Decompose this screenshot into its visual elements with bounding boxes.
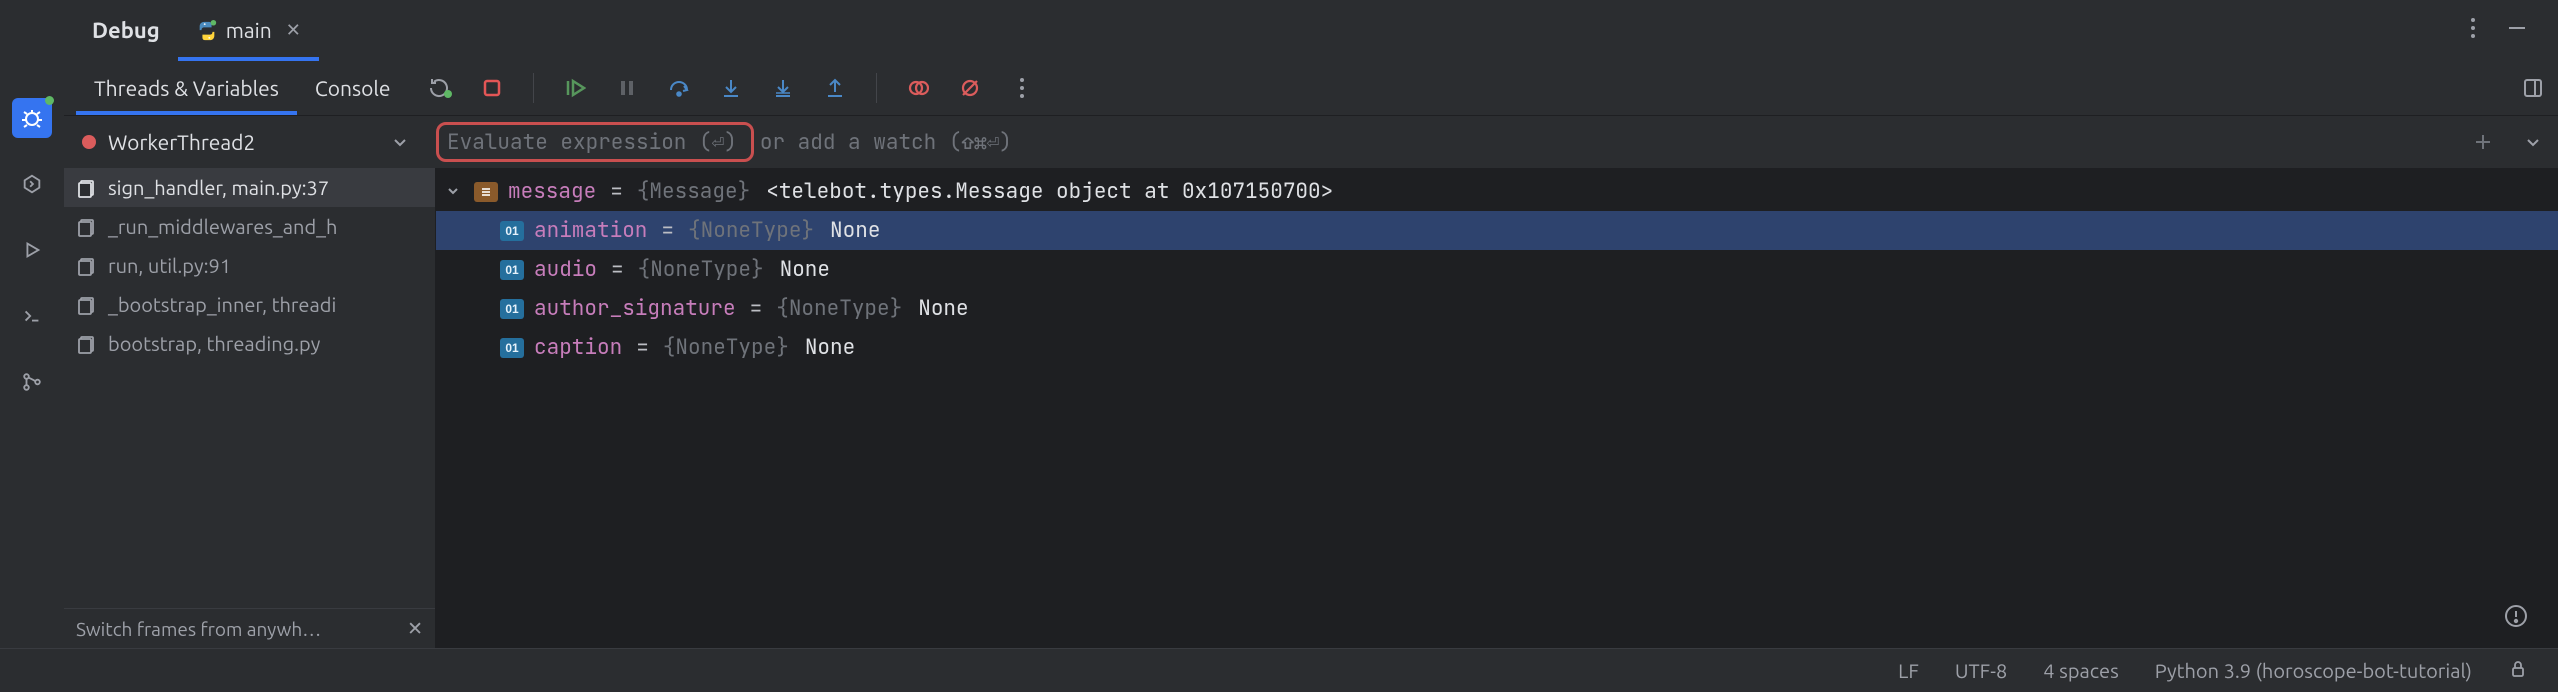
type-tag-icon: 01 [500,260,524,280]
frame-icon [76,333,98,355]
close-tip-icon[interactable]: ✕ [407,617,423,640]
debug-subtabs: Threads & Variables Console [64,60,2558,116]
var-name: animation [534,217,647,244]
frames-panel: sign_handler, main.py:37 _run_middleware… [64,168,436,648]
evaluate-expression-input[interactable]: Evaluate expression (⏎) or add a watch (… [422,116,2458,168]
stop-icon[interactable] [475,71,509,105]
frame-icon [76,294,98,316]
close-icon[interactable]: ✕ [286,20,301,41]
subtab-console[interactable]: Console [297,60,409,115]
frame-row[interactable]: sign_handler, main.py:37 [64,168,435,207]
var-name: message [508,178,596,205]
tab-debug-label: Debug [92,18,160,43]
status-bar: LF UTF-8 4 spaces Python 3.9 (horoscope-… [0,648,2558,692]
var-type: {NoneType} [663,334,789,361]
minimize-icon[interactable] [2506,17,2528,43]
frame-row[interactable]: bootstrap, threading.py [64,324,435,363]
frame-row[interactable]: _run_middlewares_and_h [64,207,435,246]
var-type: {NoneType} [638,256,764,283]
var-type: {Message} [637,178,750,205]
lock-icon[interactable] [2508,659,2528,683]
thread-selector[interactable]: WorkerThread2 [64,116,422,168]
var-value: None [799,334,855,361]
tab-main[interactable]: main ✕ [178,0,319,60]
status-interpreter[interactable]: Python 3.9 (horoscope-bot-tutorial) [2155,659,2472,682]
collapse-icon[interactable] [446,178,464,205]
variable-row[interactable]: 01 caption = {NoneType} None [436,328,2558,367]
evaluate-highlight: Evaluate expression (⏎) [436,122,754,162]
var-name: audio [534,256,597,283]
variable-row-root[interactable]: message = {Message} <telebot.types.Messa… [436,172,2558,211]
hex-icon[interactable] [12,164,52,204]
frame-label: bootstrap, threading.py [108,332,320,355]
tip-text: Switch frames from anywh… [76,618,321,640]
left-toolbar [0,0,64,648]
tip-bar: Switch frames from anywh… ✕ [64,608,435,648]
tab-main-label: main [226,18,272,42]
rerun-icon[interactable] [423,71,457,105]
step-into-my-code-icon[interactable] [766,71,800,105]
tab-debug[interactable]: Debug [74,0,178,60]
step-into-icon[interactable] [714,71,748,105]
var-name: caption [534,334,622,361]
thread-name: WorkerThread2 [108,130,255,154]
more-icon[interactable] [1005,71,1039,105]
bug-icon[interactable] [12,98,52,138]
step-out-icon[interactable] [818,71,852,105]
frame-label: _run_middlewares_and_h [108,215,337,238]
var-value: <telebot.types.Message object at 0x10715… [760,178,1333,205]
var-name: author_signature [534,295,736,322]
status-eol[interactable]: LF [1898,659,1919,682]
type-tag-icon: 01 [500,221,524,241]
status-indent[interactable]: 4 spaces [2043,659,2118,682]
type-tag-icon: 01 [500,338,524,358]
step-over-icon[interactable] [662,71,696,105]
frame-row[interactable]: run, util.py:91 [64,246,435,285]
var-type: {NoneType} [776,295,902,322]
kebab-icon[interactable] [2470,17,2476,43]
resume-icon[interactable] [558,71,592,105]
git-icon[interactable] [12,362,52,402]
thread-status-dot [82,135,96,149]
frame-label: run, util.py:91 [108,254,231,277]
frame-row[interactable]: _bootstrap_inner, threadi [64,285,435,324]
var-type: {NoneType} [688,217,814,244]
frame-icon [76,255,98,277]
expand-icon[interactable] [2508,116,2558,168]
type-tag-icon [474,182,498,202]
var-value: None [774,256,830,283]
terminal-icon[interactable] [12,296,52,336]
error-icon[interactable] [2504,604,2528,632]
layout-settings-icon[interactable] [2508,60,2558,115]
editor-tabs: Debug main ✕ [64,0,2558,60]
python-icon [196,20,216,40]
frame-icon [76,216,98,238]
var-value: None [912,295,968,322]
view-breakpoints-icon[interactable] [901,71,935,105]
variable-row[interactable]: 01 animation = {NoneType} None [436,211,2558,250]
variable-row[interactable]: 01 audio = {NoneType} None [436,250,2558,289]
variable-row[interactable]: 01 author_signature = {NoneType} None [436,289,2558,328]
frame-label: sign_handler, main.py:37 [108,176,329,199]
chevron-down-icon [392,130,408,154]
evaluate-rest: or add a watch (⇧⌘⏎) [754,129,1012,156]
subtab-threads-variables[interactable]: Threads & Variables [76,60,297,115]
frame-icon [76,177,98,199]
var-value: None [824,217,880,244]
mute-breakpoints-icon[interactable] [953,71,987,105]
evaluate-row: WorkerThread2 Evaluate expression (⏎) or… [64,116,2558,168]
add-watch-icon[interactable] [2458,116,2508,168]
pause-icon[interactable] [610,71,644,105]
frame-label: _bootstrap_inner, threadi [108,293,336,316]
variables-panel: message = {Message} <telebot.types.Messa… [436,168,2558,648]
status-encoding[interactable]: UTF-8 [1955,659,2007,682]
play-icon[interactable] [12,230,52,270]
type-tag-icon: 01 [500,299,524,319]
